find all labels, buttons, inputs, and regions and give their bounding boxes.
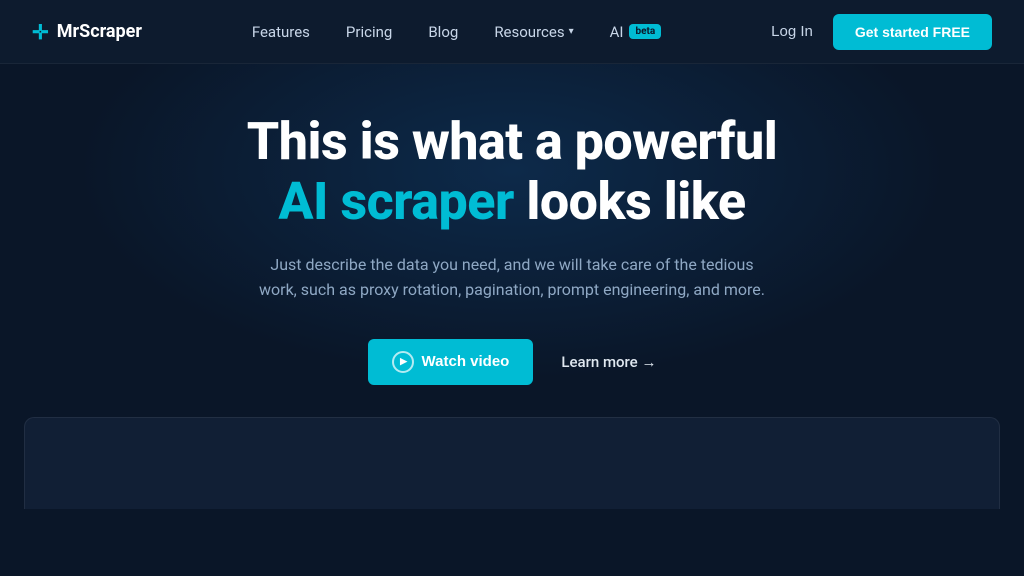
nav-actions: Log In Get started FREE — [771, 14, 992, 50]
nav-item-ai[interactable]: AI beta — [610, 23, 662, 41]
logo-text: MrScraper — [57, 21, 142, 42]
learn-more-link[interactable]: Learn more → — [561, 353, 656, 371]
logo-icon: ✛ — [32, 20, 49, 44]
get-started-button[interactable]: Get started FREE — [833, 14, 992, 50]
login-button[interactable]: Log In — [771, 23, 813, 40]
beta-badge: beta — [629, 24, 661, 39]
watch-video-label: Watch video — [422, 353, 510, 370]
logo[interactable]: ✛ MrScraper — [32, 20, 142, 44]
nav-links: Features Pricing Blog Resources ▾ AI bet… — [252, 22, 661, 41]
hero-section: This is what a powerful AI scraper looks… — [0, 64, 1024, 417]
nav-link-ai[interactable]: AI beta — [610, 23, 662, 41]
nav-link-pricing[interactable]: Pricing — [346, 23, 392, 41]
nav-link-features[interactable]: Features — [252, 23, 310, 41]
hero-title: This is what a powerful AI scraper looks… — [247, 112, 778, 232]
hero-subtitle: Just describe the data you need, and we … — [252, 252, 772, 303]
hero-actions: ▶ Watch video Learn more → — [368, 339, 657, 385]
hero-title-line1: This is what a powerful — [247, 111, 778, 172]
navbar: ✛ MrScraper Features Pricing Blog Resour… — [0, 0, 1024, 64]
nav-item-blog[interactable]: Blog — [428, 22, 458, 41]
hero-title-end: looks like — [526, 171, 745, 232]
nav-item-features[interactable]: Features — [252, 22, 310, 41]
play-icon: ▶ — [392, 351, 414, 373]
preview-section — [24, 417, 1000, 509]
watch-video-button[interactable]: ▶ Watch video — [368, 339, 534, 385]
hero-title-highlight: AI scraper — [278, 171, 514, 232]
chevron-down-icon: ▾ — [569, 26, 574, 37]
nav-link-blog[interactable]: Blog — [428, 23, 458, 41]
nav-link-resources[interactable]: Resources ▾ — [494, 23, 573, 41]
nav-item-resources[interactable]: Resources ▾ — [494, 23, 573, 41]
nav-item-pricing[interactable]: Pricing — [346, 22, 392, 41]
